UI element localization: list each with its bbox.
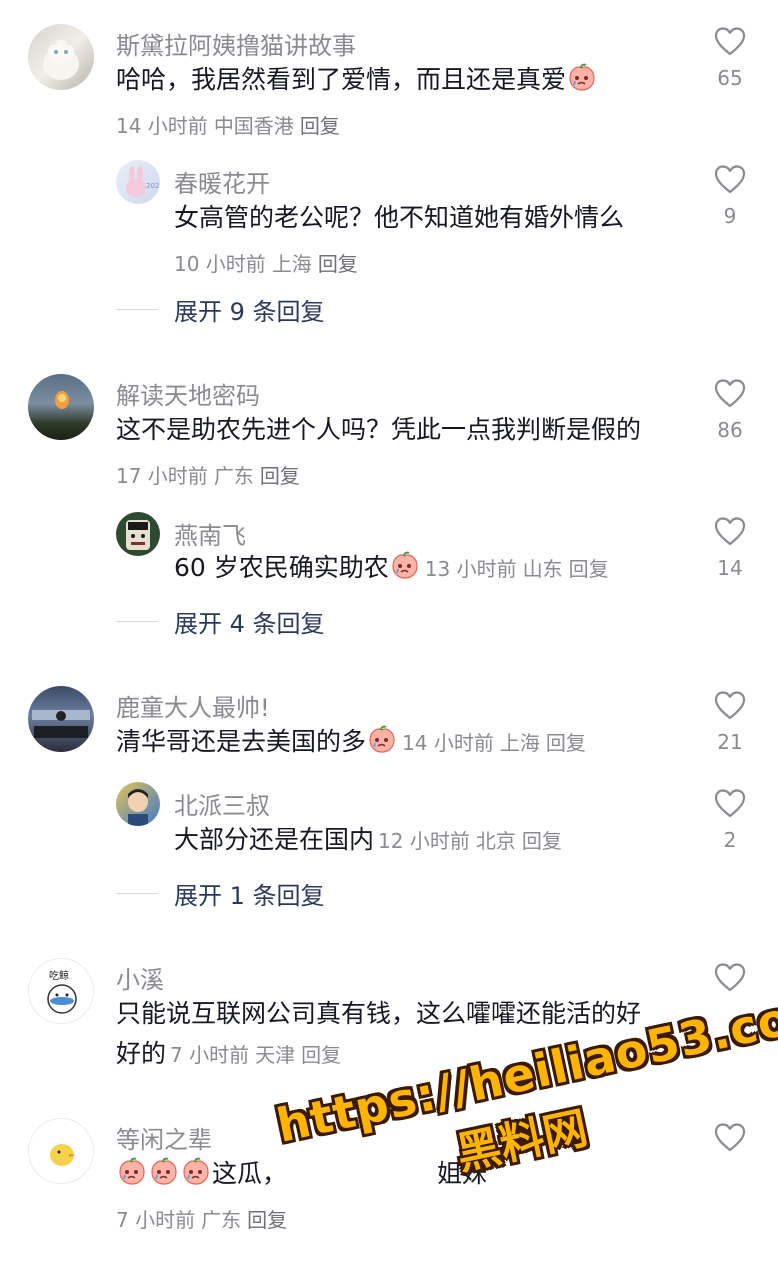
peach-emoji-icon [181, 1157, 211, 1187]
comment-time: 7 小时前 [116, 1208, 196, 1232]
like-count: 2 [723, 828, 737, 852]
peach-emoji-icon [117, 1157, 147, 1187]
avatar[interactable] [116, 782, 160, 826]
peach-emoji-icon [149, 1157, 179, 1187]
expand-replies-label[interactable]: 展开 1 条回复 [174, 876, 325, 911]
reply-button[interactable]: 回复 [522, 829, 562, 853]
comment-text: 这不是助农先进个人吗？凭此一点我判断是假的 [116, 415, 642, 444]
comment-time: 14 小时前 [402, 731, 494, 755]
reply-time: 12 小时前 [378, 829, 470, 853]
heart-icon [714, 516, 746, 546]
avatar[interactable] [116, 512, 160, 556]
like-button[interactable]: 86 [712, 378, 748, 442]
reply-button[interactable]: 回复 [260, 464, 300, 488]
comment-time: 7 小时前 [170, 1043, 250, 1067]
reply-button[interactable]: 回复 [569, 557, 609, 581]
reply-text: 60 岁农民确实助农 13 小时前 山东 回复 [174, 551, 609, 582]
expand-replies-label[interactable]: 展开 4 条回复 [174, 604, 325, 639]
heart-icon [714, 690, 746, 720]
crying-peach-emoji-icon [390, 551, 420, 581]
svg-text:吃鲸: 吃鲸 [49, 969, 69, 982]
like-count: 9 [723, 204, 737, 228]
comment-time: 14 小时前 [116, 114, 208, 138]
comment-text: 哈哈，我居然看到了爱情，而且还是真爱 [116, 62, 598, 98]
comment-location: 上海 [499, 731, 540, 755]
like-button[interactable]: 9 [712, 164, 748, 228]
comment-username[interactable]: 小溪 [116, 960, 164, 995]
reply-location: 上海 [271, 252, 312, 276]
svg-text:2025: 2025 [146, 182, 160, 190]
reply-location: 北京 [475, 829, 516, 853]
cartoon-avatar-icon [126, 520, 150, 550]
reply-meta: 10 小时前 上海 回复 [174, 248, 358, 277]
like-count: 86 [717, 418, 743, 442]
heart-icon [714, 788, 746, 818]
avatar[interactable] [28, 24, 94, 90]
person-avatar-icon [128, 789, 148, 826]
reply-username[interactable]: 北派三叔 [174, 786, 270, 821]
room-avatar-icon [32, 710, 90, 738]
like-count: 21 [717, 730, 743, 754]
like-button[interactable]: 2 [712, 788, 748, 852]
comment-username[interactable]: 等闲之辈 [116, 1120, 212, 1155]
avatar[interactable] [28, 686, 94, 752]
comment-location: 中国香港 [213, 114, 294, 138]
heart-icon [714, 962, 746, 992]
reply-location: 山东 [522, 557, 563, 581]
reply-button[interactable]: 回复 [318, 252, 358, 276]
reply-text: 女高管的老公呢？他不知道她有婚外情么 [174, 203, 625, 232]
reply-time: 10 小时前 [174, 252, 266, 276]
avatar[interactable] [28, 374, 94, 440]
like-button[interactable]: 14 [712, 516, 748, 580]
heart-icon [714, 26, 746, 56]
heart-icon [714, 378, 746, 408]
expand-replies-button[interactable]: 展开 9 条回复 [116, 292, 325, 327]
chick-avatar-icon [50, 1144, 75, 1166]
divider [116, 621, 158, 622]
expand-replies-button[interactable]: 展开 1 条回复 [116, 876, 325, 911]
peach-emoji-icon [567, 63, 597, 93]
whale-eater-avatar-icon: 吃鲸 [47, 969, 77, 1014]
comment-username[interactable]: 鹿童大人最帅! [116, 688, 270, 723]
divider [116, 893, 158, 894]
reply-button[interactable]: 回复 [546, 731, 586, 755]
expand-replies-label[interactable]: 展开 9 条回复 [174, 292, 325, 327]
like-button[interactable] [712, 962, 748, 992]
comment-text-line-2: 好的 7 小时前 天津 回复 [116, 1039, 342, 1068]
comment-text: 清华哥还是去美国的多 14 小时前 上海 回复 [116, 725, 586, 756]
comment-time: 17 小时前 [116, 464, 208, 488]
reply-button[interactable]: 回复 [300, 114, 340, 138]
bunny-avatar-icon: 2025 [126, 166, 160, 197]
heart-icon [714, 164, 746, 194]
lantern-avatar-icon [55, 391, 69, 409]
avatar[interactable] [28, 1118, 94, 1184]
expand-replies-button[interactable]: 展开 4 条回复 [116, 604, 325, 639]
avatar[interactable]: 2025 [116, 160, 160, 204]
crying-peach-emoji-icon [367, 725, 397, 755]
reply-text: 大部分还是在国内 12 小时前 北京 回复 [174, 825, 562, 854]
comment-meta: 7 小时前 广东 回复 [116, 1204, 287, 1233]
like-count: 65 [717, 66, 743, 90]
comment-username[interactable]: 斯黛拉阿姨撸猫讲故事 [116, 26, 356, 61]
like-count: 14 [717, 556, 743, 580]
reply-button[interactable]: 回复 [247, 1208, 287, 1232]
divider [116, 309, 158, 310]
reply-time: 13 小时前 [424, 557, 517, 581]
reply-username[interactable]: 春暖花开 [174, 164, 270, 199]
comment-location: 广东 [201, 1208, 242, 1232]
cat-avatar-icon [43, 37, 79, 80]
comment-location: 广东 [213, 464, 254, 488]
like-button[interactable]: 21 [712, 690, 748, 754]
comment-meta: 17 小时前 广东 回复 [116, 460, 300, 489]
reply-username[interactable]: 燕南飞 [174, 516, 246, 551]
comment-username[interactable]: 解读天地密码 [116, 376, 260, 411]
comment-meta: 14 小时前 中国香港 回复 [116, 110, 340, 139]
reply-button[interactable]: 回复 [301, 1043, 341, 1067]
comment-text-line-1: 只能说互联网公司真有钱，这么嚯嚯还能活的好 [116, 999, 642, 1028]
like-button[interactable]: 65 [712, 26, 748, 90]
comment-location: 天津 [255, 1043, 296, 1067]
avatar[interactable]: 吃鲸 [28, 958, 94, 1024]
